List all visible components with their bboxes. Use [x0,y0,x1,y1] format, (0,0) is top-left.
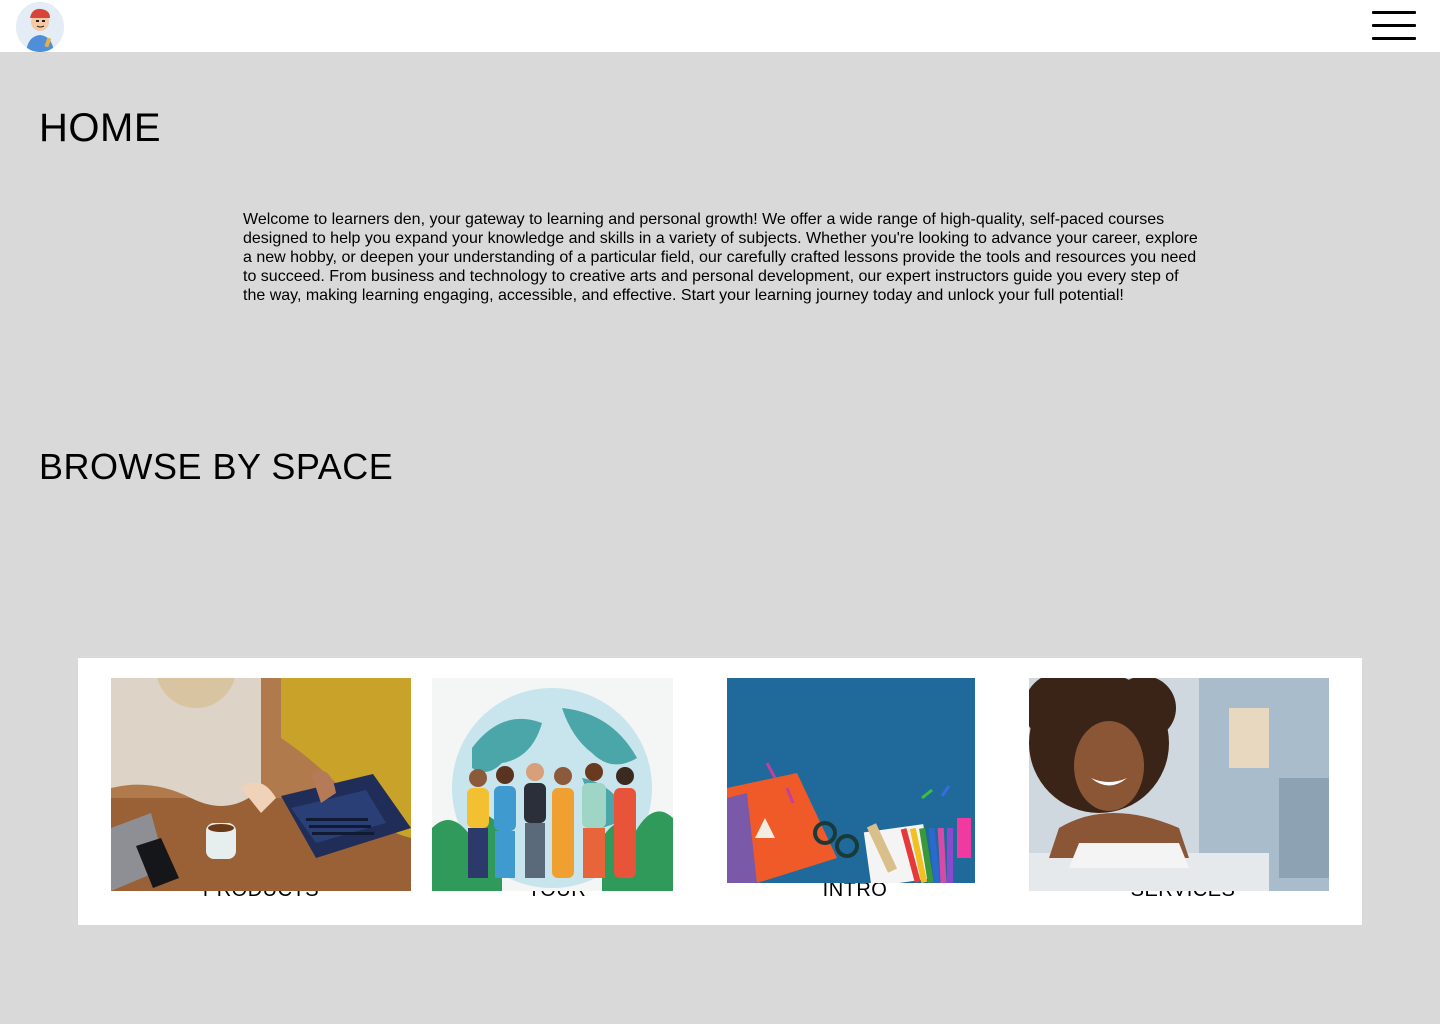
spaces-panel: PRODUCTS [78,658,1362,925]
avatar-logo-icon[interactable] [16,2,64,52]
hamburger-menu-icon[interactable] [1370,9,1418,43]
space-card-intro[interactable]: INTRO [727,678,983,918]
space-card-products[interactable]: PRODUCTS [111,678,411,918]
school-supplies-image [727,678,975,883]
browse-section-title: BROWSE BY SPACE [39,446,394,487]
students-globe-image [432,678,673,891]
page-title: HOME [39,106,161,150]
intro-text: Welcome to learners den, your gateway to… [243,211,1198,304]
space-card-services[interactable]: SERVICES [1029,678,1337,918]
top-bar [0,0,1440,52]
people-with-laptop-image [111,678,411,891]
space-card-tour[interactable]: TOUR [432,678,682,918]
smiling-woman-image [1029,678,1329,891]
